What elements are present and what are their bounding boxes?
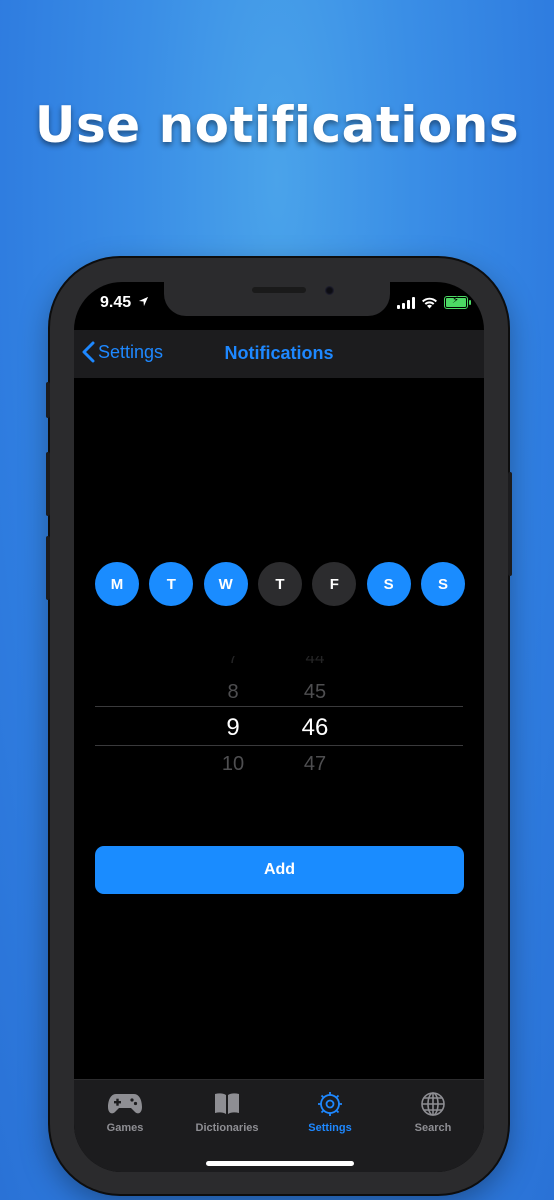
gear-icon bbox=[318, 1092, 342, 1116]
book-icon bbox=[215, 1093, 239, 1114]
speaker-grille bbox=[252, 287, 306, 293]
power-button bbox=[508, 472, 512, 576]
hour-selected[interactable]: 9 bbox=[203, 709, 263, 747]
tab-bar: Games Dictionaries Settings Search bbox=[74, 1079, 484, 1172]
tab-label: Games bbox=[106, 1122, 144, 1134]
hour-wheel[interactable]: 7 8 9 10 11 bbox=[203, 656, 263, 790]
battery-charging-icon: ⚡ bbox=[444, 295, 471, 309]
cellular-signal-icon bbox=[397, 296, 415, 309]
minute-selected[interactable]: 46 bbox=[285, 709, 345, 747]
status-icons: ⚡ bbox=[397, 295, 471, 309]
add-button[interactable]: Add bbox=[95, 846, 464, 894]
tab-label: Settings bbox=[308, 1122, 352, 1134]
tab-dictionaries[interactable]: Dictionaries bbox=[176, 1090, 278, 1134]
hour-option[interactable]: 7 bbox=[203, 656, 263, 675]
page-title: Notifications bbox=[224, 343, 334, 363]
volume-up-button bbox=[46, 452, 50, 516]
tab-search[interactable]: Search bbox=[382, 1090, 484, 1134]
volume-down-button bbox=[46, 536, 50, 600]
mute-switch bbox=[46, 382, 50, 418]
minute-option[interactable]: 47 bbox=[285, 747, 345, 781]
minute-option[interactable]: 45 bbox=[285, 675, 345, 709]
home-indicator bbox=[206, 1161, 354, 1166]
day-toggle-saturday[interactable]: S bbox=[366, 562, 411, 606]
hour-option[interactable]: 10 bbox=[203, 747, 263, 781]
day-toggle-friday[interactable]: F bbox=[312, 562, 357, 606]
hour-option[interactable]: 11 bbox=[203, 781, 263, 790]
day-toggle-thursday[interactable]: T bbox=[257, 562, 302, 606]
minute-option[interactable]: 44 bbox=[285, 656, 345, 675]
day-toggle-monday[interactable]: M bbox=[95, 562, 139, 606]
minute-wheel[interactable]: 44 45 46 47 48 bbox=[285, 656, 345, 790]
tab-label: Dictionaries bbox=[195, 1122, 259, 1134]
location-arrow-icon bbox=[138, 296, 148, 307]
status-time: 9.45 bbox=[100, 294, 149, 312]
gamepad-icon bbox=[108, 1094, 142, 1114]
tab-settings[interactable]: Settings bbox=[279, 1090, 381, 1134]
tab-label: Search bbox=[414, 1122, 452, 1134]
weekday-selector: M T W T F S S bbox=[95, 562, 465, 606]
picker-selection-band bbox=[95, 706, 463, 746]
hour-option[interactable]: 8 bbox=[203, 675, 263, 709]
nav-bar: Settings Notifications bbox=[74, 330, 484, 378]
tab-games[interactable]: Games bbox=[74, 1090, 176, 1134]
day-toggle-wednesday[interactable]: W bbox=[203, 562, 248, 606]
time-picker[interactable]: 7 8 9 10 11 44 45 46 47 48 bbox=[95, 656, 463, 790]
wifi-icon bbox=[422, 297, 437, 308]
headline: Use notifications bbox=[34, 96, 520, 154]
screen: 9.45 ⚡ Settings Notifications M T W T F … bbox=[74, 282, 484, 1172]
day-toggle-sunday[interactable]: S bbox=[420, 562, 465, 606]
globe-icon bbox=[421, 1092, 445, 1116]
front-camera bbox=[325, 286, 334, 295]
day-toggle-tuesday[interactable]: T bbox=[149, 562, 194, 606]
minute-option[interactable]: 48 bbox=[285, 781, 345, 790]
